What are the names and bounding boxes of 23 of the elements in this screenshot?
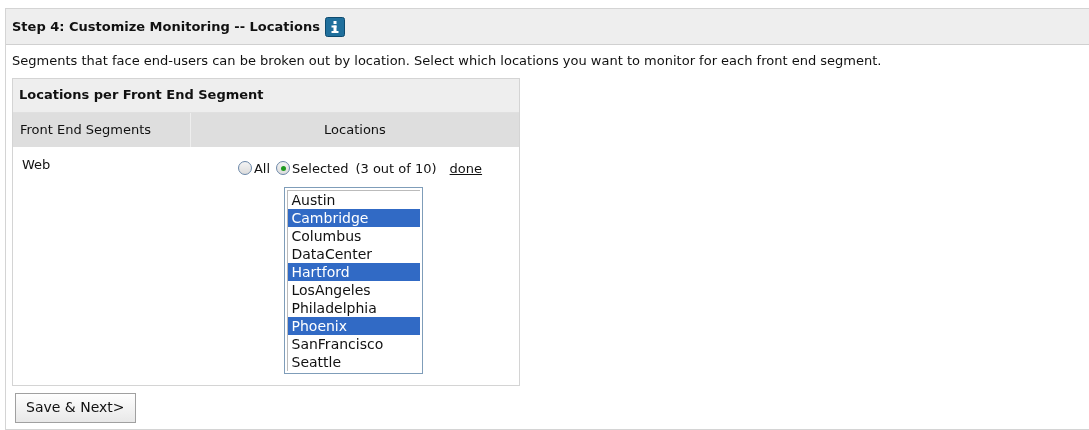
column-header: Front End Segments — [13, 112, 191, 147]
list-option[interactable]: DataCenter — [287, 245, 420, 263]
radio-option[interactable]: All — [237, 158, 271, 178]
list-option[interactable]: Columbus — [287, 227, 420, 245]
list-option[interactable]: Cambridge — [287, 209, 420, 227]
list-option[interactable]: Phoenix — [287, 317, 420, 335]
list-option[interactable]: Seattle — [287, 353, 420, 371]
panel-title: Locations per Front End Segment — [13, 78, 519, 113]
save-next-button[interactable]: Save & Next> — [15, 392, 136, 423]
radio-option[interactable]: Selected — [276, 158, 349, 178]
list-option[interactable]: Hartford — [287, 263, 420, 281]
selection-count: (3 out of 10) — [355, 159, 437, 178]
table-cell-text: Web — [21, 155, 52, 174]
list-option[interactable]: LosAngeles — [287, 281, 420, 299]
column-header: Locations — [323, 120, 387, 139]
locations-listbox[interactable]: Austin Cambridge Columbus DataCenter Hartford LosAngeles Philadelphia Phoenix SanFrancisco Seattle — [283, 187, 423, 374]
info-icon[interactable] — [324, 16, 345, 37]
list-option[interactable]: SanFrancisco — [287, 335, 420, 353]
done-link[interactable]: done — [449, 158, 483, 178]
step-title: Step 4: Customize Monitoring -- Locations — [12, 17, 320, 36]
list-option[interactable]: Philadelphia — [287, 299, 420, 317]
description: Segments that face end-users can be broken out by location. Select which locations you want to monitor for each front end segment. — [12, 52, 883, 70]
list-option[interactable]: Austin — [287, 191, 420, 209]
